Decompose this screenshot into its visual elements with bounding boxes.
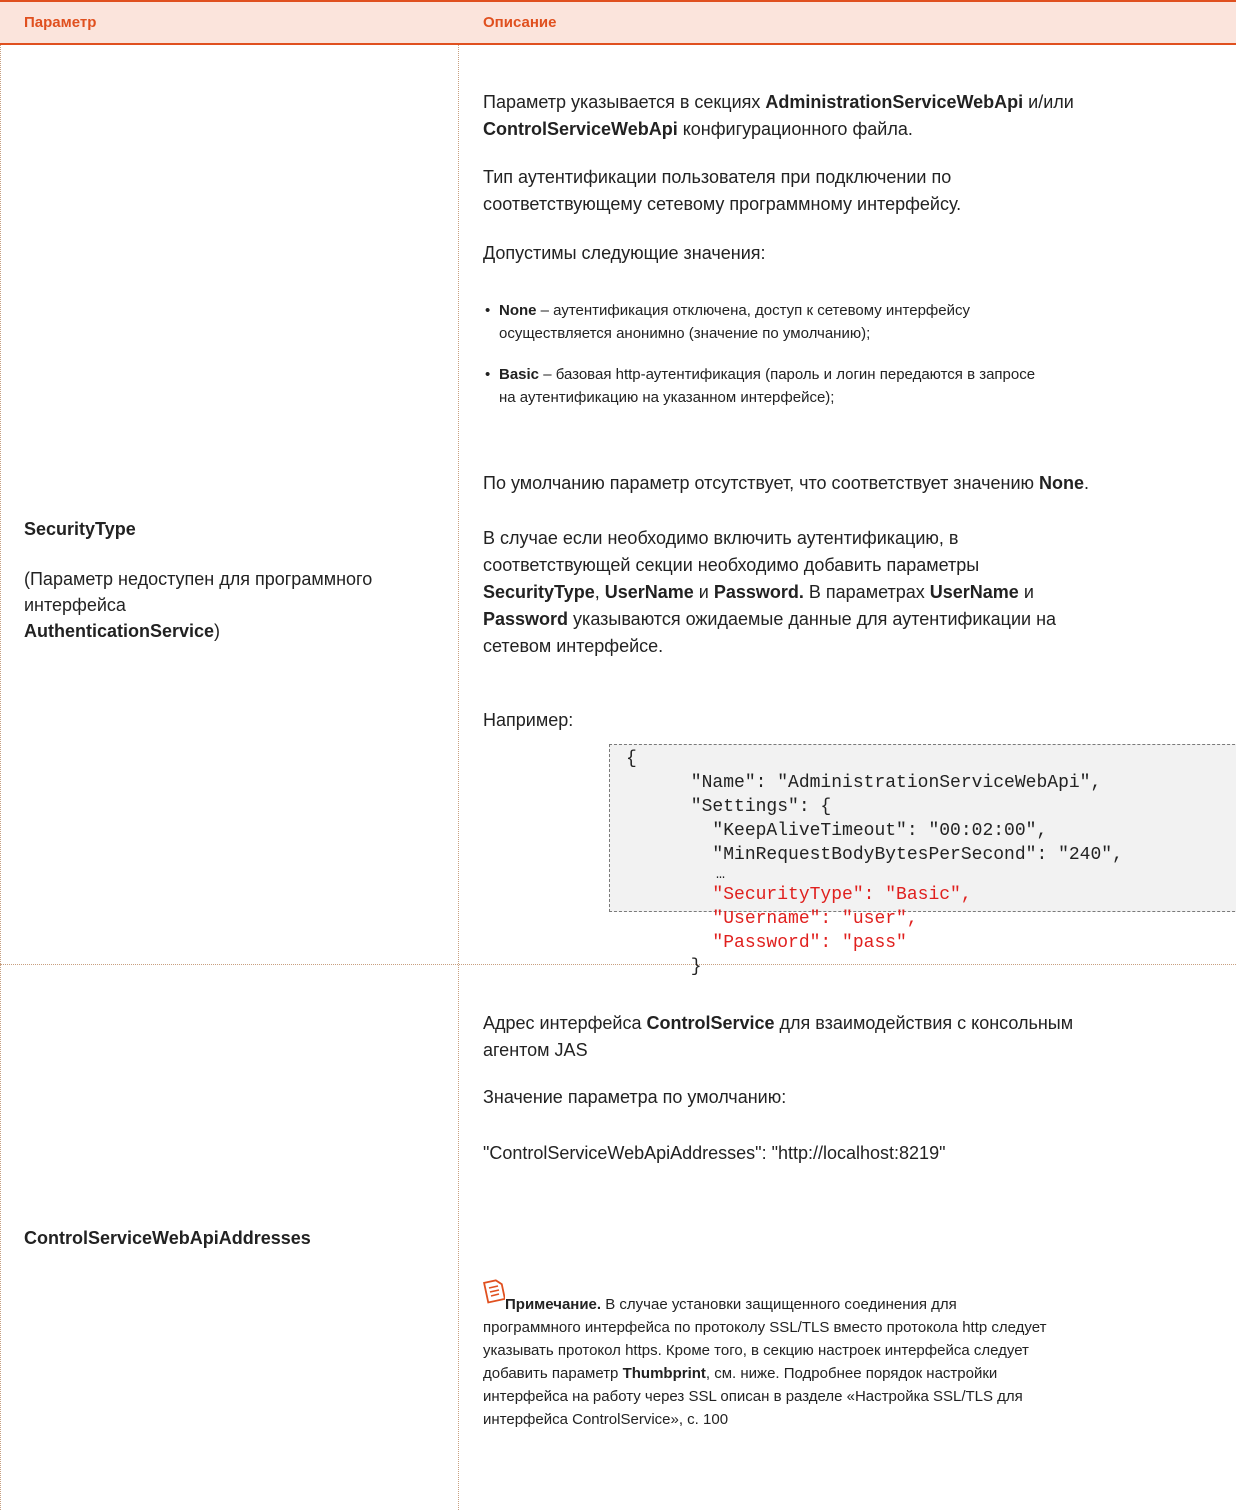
description-paragraph: В случае если необходимо включить аутент… — [483, 528, 1057, 656]
note-block: Примечание. В случае установки защищенно… — [483, 1296, 1047, 1428]
param-name: SecurityType — [24, 519, 136, 539]
description-paragraph: Тип аутентификации пользователя при подк… — [483, 167, 962, 214]
list-item: • Basic – базовая http-аутентификация (п… — [485, 363, 1219, 409]
param-note: (Параметр недоступен для программного ин… — [24, 569, 373, 641]
code-line: … — [626, 866, 726, 883]
description-paragraph: По умолчанию параметр отсутствует, что с… — [483, 473, 1090, 493]
bullet-icon: • — [485, 366, 491, 383]
code-line: "Settings": { — [626, 797, 832, 817]
code-line-highlight: "Username": "user", — [626, 909, 918, 929]
description-paragraph: Параметр указывается в секциях Administr… — [483, 92, 1074, 139]
code-line: "MinRequestBodyBytesPerSecond": "240", — [626, 845, 1123, 865]
bullet-icon: • — [485, 302, 491, 319]
header-parameter: Параметр — [24, 14, 97, 31]
description-paragraph: Значение параметра по умолчанию: — [483, 1087, 787, 1107]
description-paragraph: "ControlServiceWebApiAddresses": "http:/… — [483, 1143, 946, 1163]
row-divider — [0, 964, 1236, 965]
list-item: • None – аутентификация отключена, досту… — [485, 299, 1219, 345]
description-paragraph: Например: — [483, 710, 574, 730]
code-line: "KeepAliveTimeout": "00:02:00", — [626, 821, 1048, 841]
code-line: "Name": "AdministrationServiceWebApi", — [626, 773, 1102, 793]
description-paragraph: Адрес интерфейса ControlService для взаи… — [483, 1013, 1074, 1060]
code-line-highlight: "SecurityType": "Basic", — [626, 885, 972, 905]
code-block: { "Name": "AdministrationServiceWebApi",… — [609, 744, 1236, 977]
param-name: ControlServiceWebApiAddresses — [24, 1228, 311, 1248]
header-description: Описание — [483, 14, 557, 31]
code-line-highlight: "Password": "pass" — [626, 933, 907, 953]
description-paragraph: Допустимы следующие значения: — [483, 243, 766, 263]
column-divider — [458, 45, 459, 1510]
code-line: } — [626, 957, 702, 977]
table-header: Параметр Описание — [0, 2, 1236, 45]
table-left-border — [0, 45, 1, 1510]
code-line: { — [626, 749, 637, 769]
